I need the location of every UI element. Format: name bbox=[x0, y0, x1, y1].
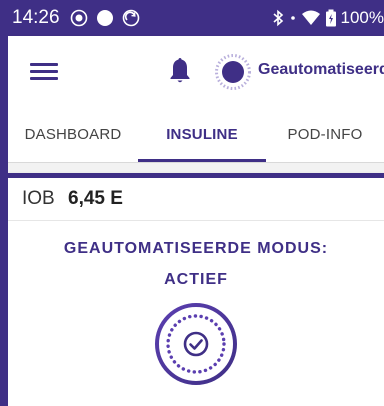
iob-label: IOB bbox=[22, 188, 55, 209]
app-screen: 14:26 100% Geautomatiseerd DASHBOARD INS… bbox=[8, 0, 384, 406]
insulin-card: IOB 6,45 E GEAUTOMATISEERDE MODUS: ACTIE… bbox=[8, 173, 384, 406]
status-icons-left bbox=[70, 9, 140, 27]
active-tab-indicator bbox=[138, 159, 266, 162]
menu-icon-line bbox=[30, 77, 58, 80]
content-area: IOB 6,45 E GEAUTOMATISEERDE MODUS: ACTIE… bbox=[8, 163, 384, 406]
data-activity-icon bbox=[290, 16, 295, 20]
battery-icon bbox=[325, 9, 336, 27]
status-icons-right: 100% bbox=[271, 8, 384, 28]
tab-dashboard[interactable]: DASHBOARD bbox=[8, 108, 138, 162]
automated-mode-icon[interactable] bbox=[214, 53, 252, 91]
mode-label[interactable]: Geautomatiseerd bbox=[258, 61, 384, 79]
menu-button[interactable] bbox=[30, 59, 58, 83]
tab-bar: DASHBOARD INSULINE POD-INFO bbox=[8, 108, 384, 163]
iob-row: IOB 6,45 E bbox=[8, 178, 384, 221]
menu-icon-line bbox=[30, 63, 58, 66]
battery-percentage: 100% bbox=[340, 8, 384, 27]
tab-pod-info[interactable]: POD-INFO bbox=[266, 108, 384, 162]
record-icon bbox=[70, 9, 87, 27]
status-time: 14:26 bbox=[12, 7, 60, 28]
app-bar: Geautomatiseerd bbox=[8, 36, 384, 108]
bell-icon[interactable] bbox=[168, 56, 192, 86]
mode-title: GEAUTOMATISEERDE MODUS: bbox=[63, 240, 329, 257]
menu-icon-line bbox=[30, 70, 58, 73]
tab-insuline[interactable]: INSULINE bbox=[138, 108, 266, 162]
mode-status: ACTIEF bbox=[164, 271, 228, 288]
status-bar: 14:26 100% bbox=[8, 0, 384, 36]
check-circle-icon bbox=[155, 303, 237, 385]
sync-icon bbox=[122, 9, 139, 27]
circle-icon bbox=[96, 10, 113, 26]
wifi-icon bbox=[301, 10, 320, 25]
bluetooth-icon bbox=[272, 9, 283, 27]
iob-value: 6,45 E bbox=[68, 188, 123, 209]
